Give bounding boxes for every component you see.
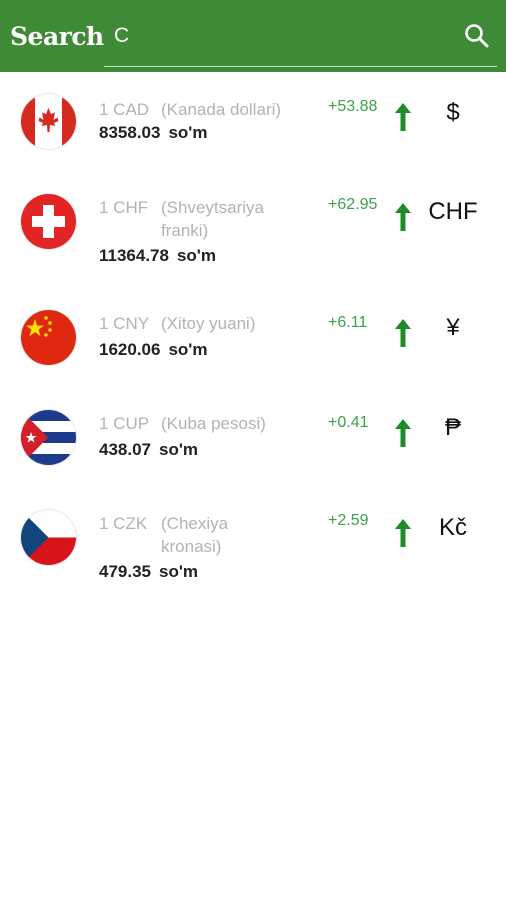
currency-symbol: Kč [438,514,467,541]
china-flag [21,310,76,365]
list-item[interactable]: 1 CUP (Kuba pesosi) 438.07 so'm +0.41 ₱ [0,408,506,508]
list-item[interactable]: 1 CHF (Shveytsariya franki) 11364.78 so'm… [0,192,506,292]
currency-code: 1 CHF [99,198,149,217]
exchange-rate: 438.07 so'm [99,440,198,460]
exchange-rate: 8358.03 so'm [99,123,207,143]
rate-unit: so'm [168,123,208,142]
rate-value: 8358.03 [99,123,161,142]
rate-value: 438.07 [99,440,151,459]
exchange-rate: 11364.78 so'm [99,246,216,266]
search-icon[interactable] [462,21,492,51]
list-item[interactable]: 1 CZK (Chexiya kronasi) 479.35 so'm +2.59… [0,508,506,608]
currency-name: (Shveytsariya franki) [161,198,264,240]
currency-code: 1 CZK [99,514,148,533]
toolbar-title: Search [10,22,104,51]
rate-unit: so'm [159,440,198,459]
currency-code: 1 CNY [99,314,150,333]
rate-value: 11364.78 [99,246,169,265]
switzerland-flag [21,194,76,249]
list-item[interactable]: 1 CNY (Xitoy yuani) 1620.06 so'm +6.11 ¥ [0,308,506,408]
currency-code: 1 CUP [99,414,150,433]
currency-name: (Chexiya kronasi) [161,514,229,556]
rate-unit: so'm [176,246,216,265]
cuba-flag [21,410,76,465]
currency-name: (Kuba pesosi) [161,414,266,433]
rate-value: 479.35 [99,562,151,581]
search-toolbar: Search C [0,0,506,72]
currency-symbol: ¥ [446,314,460,341]
rate-change: +2.59 [328,512,369,529]
currency-name: (Xitoy yuani) [161,314,256,333]
rate-change: +0.41 [328,414,369,431]
currency-code: 1 CAD [99,100,150,119]
currency-name: (Kanada dollari) [161,100,282,119]
rate-change: +53.88 [328,98,378,115]
list-item[interactable]: 1 CAD (Kanada dollari) 8358.03 so'm +53.8… [0,90,506,190]
search-input-underline [104,66,497,67]
rate-unit: so'm [159,562,198,581]
czech-flag [21,510,76,565]
rate-change: +62.95 [328,196,378,213]
currency-symbol: $ [446,99,460,126]
rate-unit: so'm [168,340,208,359]
canada-flag [21,94,76,149]
rate-change: +6.11 [328,314,368,331]
exchange-rate: 1620.06 so'm [99,340,207,360]
search-input[interactable]: C [114,24,129,48]
currency-symbol: CHF [428,198,478,225]
rate-value: 1620.06 [99,340,161,359]
exchange-rate: 479.35 so'm [99,562,198,582]
currency-symbol: ₱ [444,414,461,441]
